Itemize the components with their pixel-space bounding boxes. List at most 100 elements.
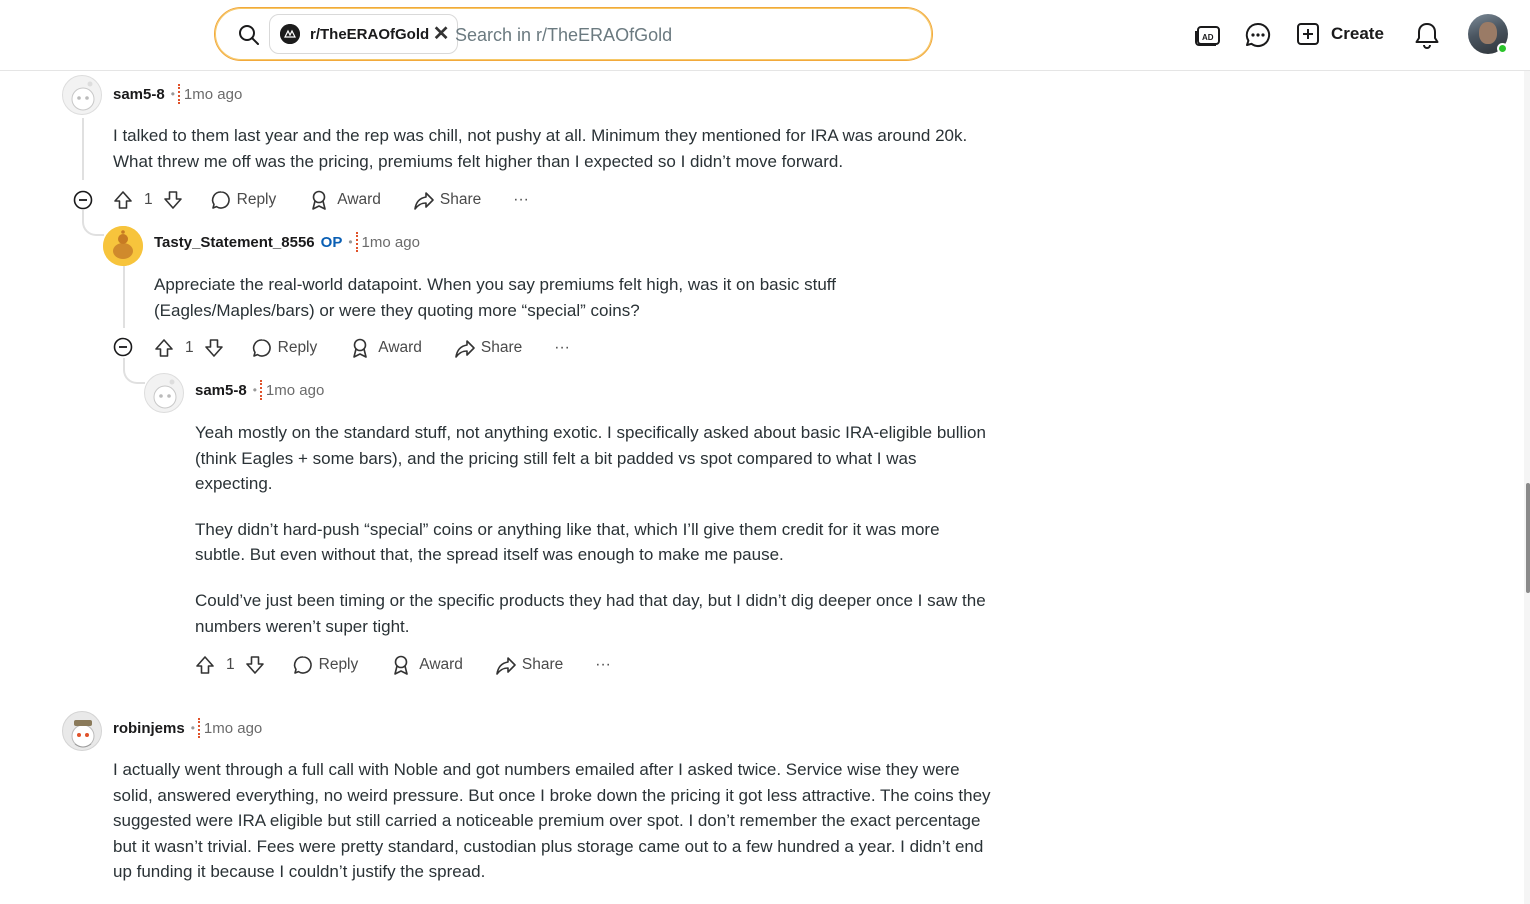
subreddit-chip-label: r/TheERAOfGold bbox=[310, 25, 430, 43]
comment-paragraph: I talked to them last year and the rep w… bbox=[113, 126, 968, 171]
username[interactable]: robinjems bbox=[113, 720, 185, 737]
avatar[interactable] bbox=[103, 226, 143, 266]
collapse-thread-icon[interactable] bbox=[73, 190, 93, 210]
reply-icon bbox=[211, 191, 230, 209]
collapse-thread-icon[interactable] bbox=[113, 337, 133, 357]
comment-meta: Tasty_Statement_8556 OP • 1mo ago bbox=[154, 232, 420, 252]
chat-icon[interactable] bbox=[1244, 21, 1272, 49]
comment-body: Yeah mostly on the standard stuff, not a… bbox=[195, 420, 991, 659]
comment-actions: 1 Reply Award Share ··· bbox=[194, 652, 611, 678]
username[interactable]: sam5-8 bbox=[195, 382, 247, 399]
comment-paragraph: I actually went through a full call with… bbox=[113, 760, 991, 882]
thread-branch-line bbox=[82, 210, 104, 236]
thread-line bbox=[82, 118, 84, 180]
upvote-button[interactable] bbox=[153, 337, 175, 359]
share-button[interactable]: Share bbox=[495, 654, 563, 676]
search-bar[interactable]: r/TheERAOfGold ✕ bbox=[214, 7, 933, 61]
downvote-button[interactable] bbox=[162, 189, 184, 211]
vote-score: 1 bbox=[144, 191, 153, 208]
search-input[interactable] bbox=[455, 21, 915, 49]
downvote-button[interactable] bbox=[244, 654, 266, 676]
reply-icon bbox=[293, 656, 312, 674]
upvote-button[interactable] bbox=[112, 189, 134, 211]
award-button[interactable]: Award bbox=[349, 337, 422, 359]
reply-label: Reply bbox=[236, 191, 277, 208]
share-label: Share bbox=[480, 339, 523, 356]
timestamp: 1mo ago bbox=[265, 381, 325, 399]
reply-label: Reply bbox=[318, 656, 359, 673]
upvote-icon bbox=[155, 339, 173, 357]
share-label: Share bbox=[521, 656, 564, 673]
share-button[interactable]: Share bbox=[413, 189, 481, 211]
thread-branch-line bbox=[123, 358, 145, 384]
more-options-button[interactable]: ··· bbox=[554, 339, 570, 357]
comment-actions: 1 Reply Award Share ··· bbox=[153, 335, 570, 361]
upvote-icon bbox=[114, 191, 132, 209]
more-options-icon: ··· bbox=[513, 191, 529, 208]
upvote-icon bbox=[196, 656, 214, 674]
username[interactable]: sam5-8 bbox=[113, 86, 165, 103]
share-button[interactable]: Share bbox=[454, 337, 522, 359]
scrollbar-thumb[interactable] bbox=[1526, 483, 1530, 593]
downvote-icon bbox=[245, 656, 264, 674]
award-button[interactable]: Award bbox=[390, 654, 463, 676]
more-options-button[interactable]: ··· bbox=[595, 656, 611, 674]
share-icon bbox=[455, 340, 475, 358]
svg-text:AD: AD bbox=[1202, 33, 1214, 42]
award-label: Award bbox=[337, 191, 381, 208]
share-icon bbox=[414, 192, 434, 210]
reply-button[interactable]: Reply bbox=[210, 189, 277, 211]
award-icon bbox=[394, 655, 409, 675]
award-label: Award bbox=[378, 339, 422, 356]
comment-paragraph: Could’ve just been timing or the specifi… bbox=[195, 590, 986, 636]
username[interactable]: Tasty_Statement_8556 bbox=[154, 234, 315, 251]
online-status-dot bbox=[1497, 43, 1508, 54]
more-options-icon: ··· bbox=[595, 656, 611, 673]
vote-score: 1 bbox=[185, 339, 194, 356]
subreddit-search-chip[interactable]: r/TheERAOfGold ✕ bbox=[269, 14, 459, 54]
vote-score: 1 bbox=[226, 656, 235, 673]
top-header: r/TheERAOfGold ✕ AD Create bbox=[0, 0, 1530, 71]
thread-line bbox=[123, 266, 125, 328]
award-icon bbox=[312, 190, 327, 210]
comment-meta: sam5-8 • 1mo ago bbox=[113, 84, 243, 104]
downvote-icon bbox=[204, 339, 223, 357]
advertise-icon[interactable]: AD bbox=[1194, 21, 1222, 49]
create-button[interactable]: Create bbox=[1296, 18, 1384, 50]
comment-meta: robinjems • 1mo ago bbox=[113, 718, 263, 738]
timestamp: 1mo ago bbox=[203, 719, 263, 737]
create-plus-icon bbox=[1297, 23, 1319, 45]
share-label: Share bbox=[439, 191, 482, 208]
downvote-icon bbox=[163, 191, 182, 209]
search-icon[interactable] bbox=[237, 23, 261, 47]
comment-paragraph: Yeah mostly on the standard stuff, not a… bbox=[195, 423, 986, 494]
comment-body: I talked to them last year and the rep w… bbox=[113, 123, 993, 194]
award-icon bbox=[353, 338, 368, 358]
timestamp: 1mo ago bbox=[361, 233, 420, 251]
subreddit-avatar-icon bbox=[280, 24, 300, 44]
comment-body: Appreciate the real-world datapoint. Whe… bbox=[154, 272, 984, 343]
avatar[interactable] bbox=[62, 711, 102, 751]
reply-button[interactable]: Reply bbox=[292, 654, 359, 676]
comment-meta: sam5-8 • 1mo ago bbox=[195, 380, 325, 400]
award-button[interactable]: Award bbox=[308, 189, 381, 211]
timestamp: 1mo ago bbox=[183, 85, 243, 103]
downvote-button[interactable] bbox=[203, 337, 225, 359]
more-options-icon: ··· bbox=[554, 339, 570, 356]
share-icon bbox=[496, 657, 516, 675]
avatar[interactable] bbox=[144, 373, 184, 413]
comment-body: I actually went through a full call with… bbox=[113, 757, 993, 904]
reply-label: Reply bbox=[277, 339, 318, 356]
create-label: Create bbox=[1331, 24, 1384, 43]
comment-paragraph: They didn’t hard-push “special” coins or… bbox=[195, 519, 940, 565]
more-options-button[interactable]: ··· bbox=[513, 191, 529, 209]
comment-paragraph: Appreciate the real-world datapoint. Whe… bbox=[154, 275, 836, 320]
reply-button[interactable]: Reply bbox=[251, 337, 318, 359]
bell-icon[interactable] bbox=[1413, 21, 1441, 49]
upvote-button[interactable] bbox=[194, 654, 216, 676]
award-label: Award bbox=[419, 656, 463, 673]
comment-actions: 1 Reply Award Share ··· bbox=[112, 187, 529, 213]
avatar[interactable] bbox=[62, 75, 102, 115]
reply-icon bbox=[252, 339, 271, 357]
close-icon[interactable]: ✕ bbox=[432, 24, 450, 44]
